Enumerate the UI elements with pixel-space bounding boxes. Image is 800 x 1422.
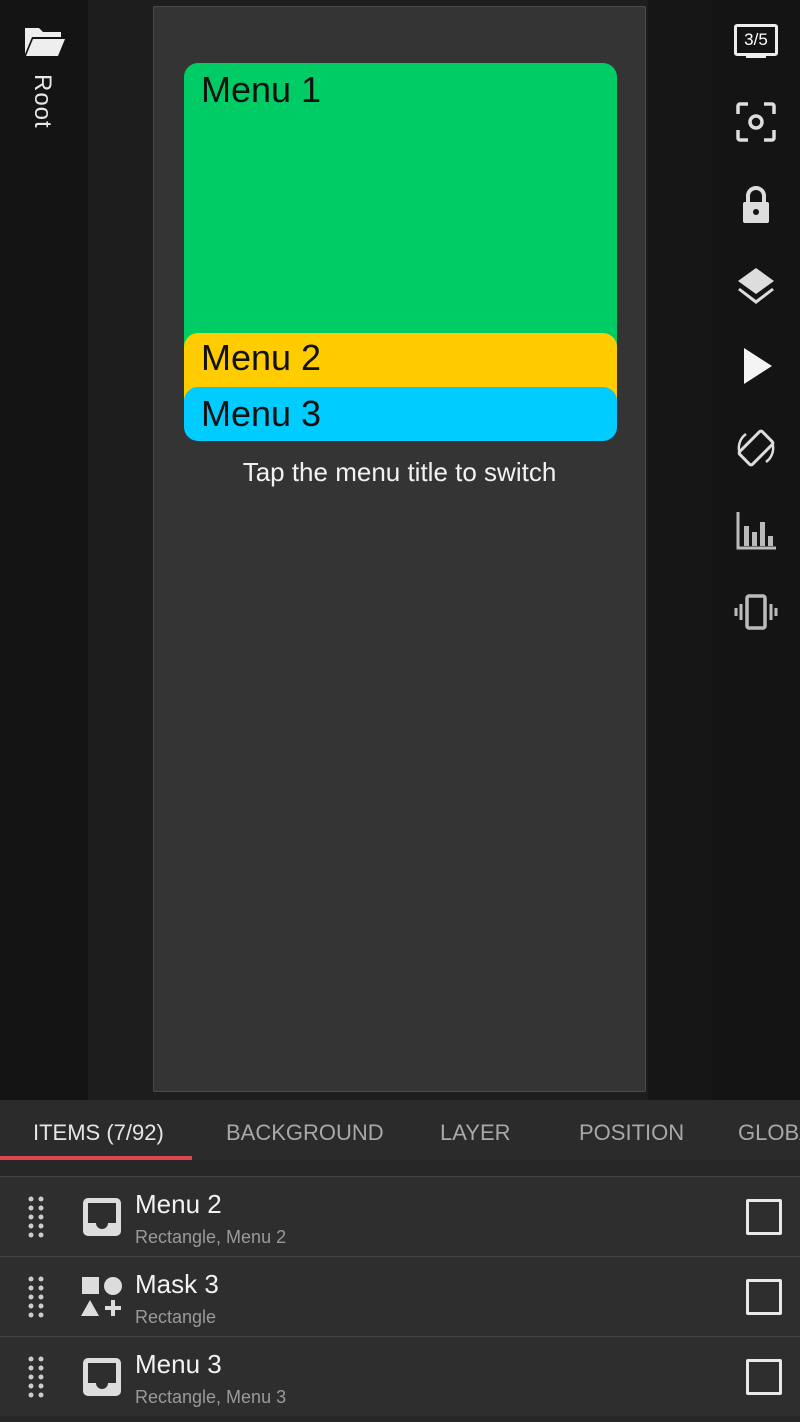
vibrate-icon bbox=[734, 594, 778, 630]
list-item[interactable]: Menu 3 Rectangle, Menu 3 bbox=[0, 1336, 800, 1416]
list-item[interactable]: Mask 3 Rectangle bbox=[0, 1256, 800, 1336]
rotate-screen-button[interactable] bbox=[732, 424, 780, 472]
root-label[interactable]: Root bbox=[28, 74, 56, 129]
tab-position[interactable]: POSITION bbox=[579, 1120, 684, 1146]
stats-icon bbox=[736, 512, 776, 550]
item-title: Mask 3 bbox=[135, 1269, 219, 1299]
play-icon bbox=[744, 348, 772, 384]
right-rail: 3/5 bbox=[712, 0, 800, 1100]
drag-handle-icon[interactable] bbox=[26, 1355, 46, 1399]
shapes-icon bbox=[81, 1277, 122, 1316]
screenshot-focus-icon bbox=[736, 102, 776, 142]
items-list: Menu 2 Rectangle, Menu 2 Mask 3 Rectangl… bbox=[0, 1176, 800, 1416]
list-item[interactable]: Menu 2 Rectangle, Menu 2 bbox=[0, 1176, 800, 1256]
lock-icon bbox=[743, 186, 769, 223]
rotate-screen-icon bbox=[737, 429, 775, 467]
stats-button[interactable] bbox=[732, 506, 780, 554]
tab-bar: ITEMS (7/92) BACKGROUND LAYER POSITION G… bbox=[0, 1100, 800, 1160]
item-checkbox[interactable] bbox=[746, 1279, 782, 1315]
tab-global[interactable]: GLOBA bbox=[738, 1120, 800, 1146]
tab-items[interactable]: ITEMS (7/92) bbox=[33, 1120, 164, 1146]
item-subtitle: Rectangle, Menu 2 bbox=[135, 1227, 287, 1247]
item-subtitle: Rectangle bbox=[135, 1307, 217, 1327]
item-checkbox[interactable] bbox=[746, 1359, 782, 1395]
menu-1-title[interactable]: Menu 1 bbox=[201, 69, 321, 110]
drag-handle-icon[interactable] bbox=[26, 1275, 46, 1319]
inbox-icon bbox=[83, 1198, 121, 1236]
tab-background[interactable]: BACKGROUND bbox=[226, 1120, 384, 1146]
preview-canvas: Menu 1 Menu 2 Menu 3 Tap the menu title … bbox=[153, 6, 646, 1092]
item-title: Menu 2 bbox=[135, 1189, 222, 1219]
monitor-stand bbox=[746, 54, 766, 58]
menu-3-title[interactable]: Menu 3 bbox=[201, 393, 321, 434]
left-rail: Root bbox=[0, 0, 88, 1100]
item-checkbox[interactable] bbox=[746, 1199, 782, 1235]
item-title: Menu 3 bbox=[135, 1349, 222, 1379]
screenshot-focus-button[interactable] bbox=[732, 98, 780, 146]
item-subtitle: Rectangle, Menu 3 bbox=[135, 1387, 287, 1407]
lock-button[interactable] bbox=[732, 180, 780, 228]
drag-handle-icon[interactable] bbox=[26, 1195, 46, 1239]
vibrate-button[interactable] bbox=[732, 588, 780, 636]
layers-icon bbox=[738, 268, 774, 304]
active-tab-indicator bbox=[0, 1156, 192, 1160]
layers-button[interactable] bbox=[732, 262, 780, 310]
inbox-icon bbox=[83, 1358, 121, 1396]
tab-layer[interactable]: LAYER bbox=[440, 1120, 511, 1146]
folder-open-icon[interactable] bbox=[24, 24, 66, 58]
page-counter: 3/5 bbox=[734, 24, 778, 56]
hint-text: Tap the menu title to switch bbox=[242, 457, 557, 487]
properties-panel: ITEMS (7/92) BACKGROUND LAYER POSITION G… bbox=[0, 1100, 800, 1422]
menu-3-panel[interactable]: Menu 3 bbox=[184, 387, 617, 441]
play-button[interactable] bbox=[732, 342, 780, 390]
menu-1-panel[interactable]: Menu 1 bbox=[184, 63, 617, 353]
menu-2-title[interactable]: Menu 2 bbox=[201, 337, 321, 378]
